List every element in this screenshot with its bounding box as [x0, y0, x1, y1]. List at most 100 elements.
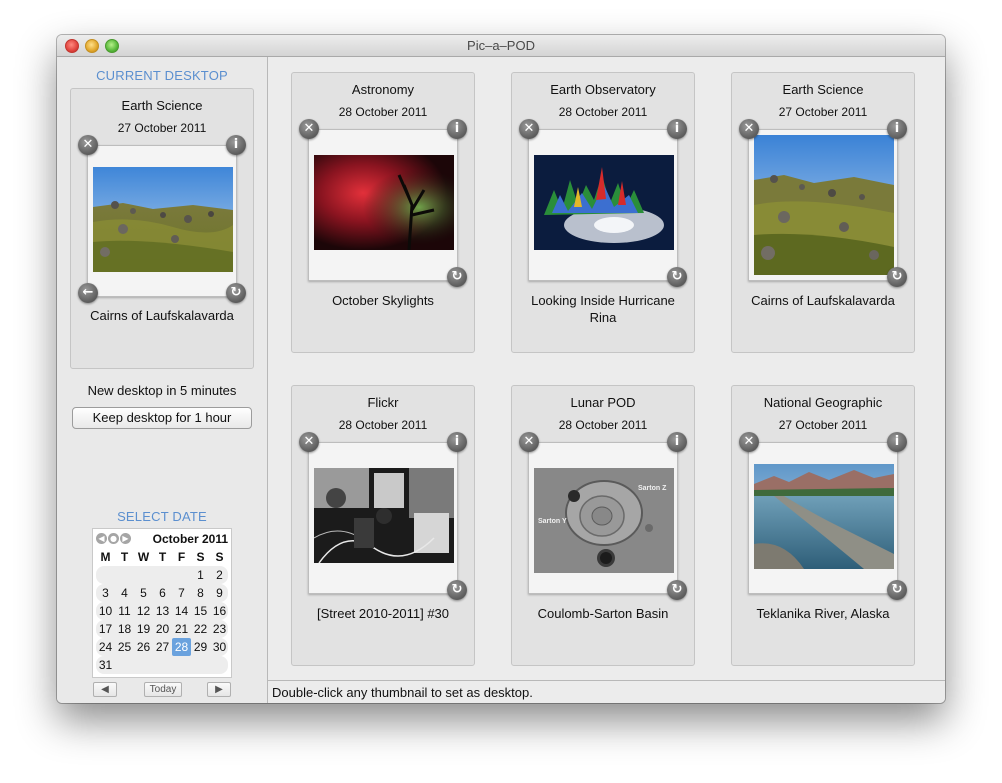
- card-date: 27 October 2011: [778, 418, 868, 432]
- lunar-label-sarton-y: Sarton Y: [538, 518, 567, 525]
- refresh-icon[interactable]: ↻: [887, 580, 907, 600]
- pod-card[interactable]: Astronomy 28 October 2011 ✕ i ↻ October …: [291, 72, 475, 353]
- card-date: 28 October 2011: [558, 105, 648, 119]
- calendar-day[interactable]: 21: [172, 620, 191, 638]
- calendar-day[interactable]: 27: [153, 638, 172, 656]
- card-date: 28 October 2011: [338, 105, 428, 119]
- close-icon[interactable]: ✕: [739, 432, 759, 452]
- weekday-label: W: [137, 550, 150, 564]
- new-desktop-countdown: New desktop in 5 minutes: [87, 383, 237, 398]
- calendar-day[interactable]: 2: [210, 566, 229, 584]
- card-date: 27 October 2011: [778, 105, 868, 119]
- refresh-icon[interactable]: ↻: [667, 580, 687, 600]
- calendar-day[interactable]: 4: [115, 584, 134, 602]
- calendar-day[interactable]: 13: [153, 602, 172, 620]
- calendar-day[interactable]: 17: [96, 620, 115, 638]
- calendar-day[interactable]: 26: [134, 638, 153, 656]
- weekday-label: M: [100, 550, 111, 564]
- calendar-day[interactable]: 1: [191, 566, 210, 584]
- close-icon[interactable]: ✕: [519, 119, 539, 139]
- calendar-day[interactable]: 14: [172, 602, 191, 620]
- card-thumbnail[interactable]: [308, 129, 458, 281]
- refresh-icon[interactable]: ↻: [667, 267, 687, 287]
- close-icon[interactable]: ✕: [739, 119, 759, 139]
- calendar-day[interactable]: 25: [115, 638, 134, 656]
- next-month-icon[interactable]: ▶: [120, 533, 131, 544]
- back-arrow-icon[interactable]: ←: [78, 283, 98, 303]
- weekday-label: S: [196, 550, 205, 564]
- close-icon[interactable]: ✕: [519, 432, 539, 452]
- info-icon[interactable]: i: [226, 135, 246, 155]
- calendar-day[interactable]: 6: [153, 584, 172, 602]
- pod-card[interactable]: Lunar POD 28 October 2011 Sarton Z Sarto…: [511, 385, 695, 666]
- card-thumbnail[interactable]: [308, 442, 458, 594]
- card-thumbnail[interactable]: [748, 129, 898, 281]
- calendar-day[interactable]: 30: [210, 638, 229, 656]
- calendar-day[interactable]: 10: [96, 602, 115, 620]
- calendar-day[interactable]: 11: [115, 602, 134, 620]
- pod-card[interactable]: Earth Science 27 October 2011 ✕ i ↻ Cair…: [731, 72, 915, 353]
- close-icon[interactable]: ✕: [78, 135, 98, 155]
- cairns-photo: [93, 167, 233, 272]
- info-icon[interactable]: i: [887, 119, 907, 139]
- close-icon[interactable]: ✕: [299, 119, 319, 139]
- calendar-day[interactable]: 16: [210, 602, 229, 620]
- current-desktop-heading: CURRENT DESKTOP: [96, 68, 228, 83]
- calendar-day[interactable]: 5: [134, 584, 153, 602]
- pod-card[interactable]: National Geographic 27 October 2011 ✕ i …: [731, 385, 915, 666]
- current-caption: Cairns of Laufskalavarda: [90, 308, 234, 323]
- current-thumbnail-frame[interactable]: [87, 145, 237, 297]
- date-calendar: ◀ ● ▶ October 2011 M T W T F S S 1 2 3 4 5 6 7 8 9 10 11 1…: [92, 528, 232, 678]
- card-thumbnail[interactable]: [748, 442, 898, 594]
- pod-card[interactable]: Flickr 28 October 2011 ✕ i ↻ [Street 201…: [291, 385, 475, 666]
- pod-card[interactable]: Earth Observatory 28 October 2011 ✕ i ↻ …: [511, 72, 695, 353]
- calendar-day[interactable]: 31: [96, 656, 115, 674]
- calendar-next-button[interactable]: ▶: [207, 682, 231, 697]
- calendar-week-row: 31: [96, 656, 228, 674]
- calendar-day[interactable]: 20: [153, 620, 172, 638]
- refresh-icon[interactable]: ↻: [887, 267, 907, 287]
- refresh-icon[interactable]: ↻: [447, 580, 467, 600]
- calendar-day-selected[interactable]: 28: [172, 638, 191, 656]
- info-icon[interactable]: i: [667, 119, 687, 139]
- calendar-day[interactable]: 15: [191, 602, 210, 620]
- calendar-week-row: 10 11 12 13 14 15 16: [96, 602, 228, 620]
- card-category: Lunar POD: [570, 395, 636, 410]
- river-photo: [754, 464, 894, 569]
- calendar-day[interactable]: 22: [191, 620, 210, 638]
- calendar-week-row: 3456789: [96, 584, 228, 602]
- calendar-day[interactable]: 8: [191, 584, 210, 602]
- card-category: Earth Science: [782, 82, 864, 97]
- title-bar: Pic–a–POD: [57, 35, 945, 57]
- calendar-week-row: 12: [96, 566, 228, 584]
- info-icon[interactable]: i: [447, 119, 467, 139]
- keep-desktop-button[interactable]: Keep desktop for 1 hour: [72, 407, 252, 429]
- today-button[interactable]: Today: [144, 682, 182, 697]
- card-caption: Cairns of Laufskalavarda: [751, 293, 895, 308]
- info-icon[interactable]: i: [887, 432, 907, 452]
- calendar-day[interactable]: 9: [210, 584, 229, 602]
- refresh-icon[interactable]: ↻: [447, 267, 467, 287]
- card-thumbnail[interactable]: Sarton Z Sarton Y: [528, 442, 678, 594]
- info-icon[interactable]: i: [447, 432, 467, 452]
- close-icon[interactable]: ✕: [299, 432, 319, 452]
- prev-month-icon[interactable]: ◀: [96, 533, 107, 544]
- calendar-day[interactable]: 7: [172, 584, 191, 602]
- card-thumbnail[interactable]: [528, 129, 678, 281]
- status-text: Double-click any thumbnail to set as des…: [272, 685, 533, 700]
- today-dot-icon[interactable]: ●: [108, 533, 119, 544]
- calendar-day[interactable]: 18: [115, 620, 134, 638]
- info-icon[interactable]: i: [667, 432, 687, 452]
- calendar-day[interactable]: 23: [210, 620, 229, 638]
- calendar-day[interactable]: 24: [96, 638, 115, 656]
- card-caption: Teklanika River, Alaska: [756, 606, 890, 621]
- refresh-icon[interactable]: ↻: [226, 283, 246, 303]
- calendar-day[interactable]: 19: [134, 620, 153, 638]
- window-title: Pic–a–POD: [467, 38, 535, 53]
- calendar-prev-button[interactable]: ◀: [93, 682, 117, 697]
- current-desktop-card: Earth Science 27 October 2011 ✕ i ← ↻ Ca…: [70, 88, 254, 369]
- calendar-weekday-row: MTWTFSS: [96, 548, 228, 566]
- calendar-day[interactable]: 29: [191, 638, 210, 656]
- calendar-day[interactable]: 12: [134, 602, 153, 620]
- calendar-day[interactable]: 3: [96, 584, 115, 602]
